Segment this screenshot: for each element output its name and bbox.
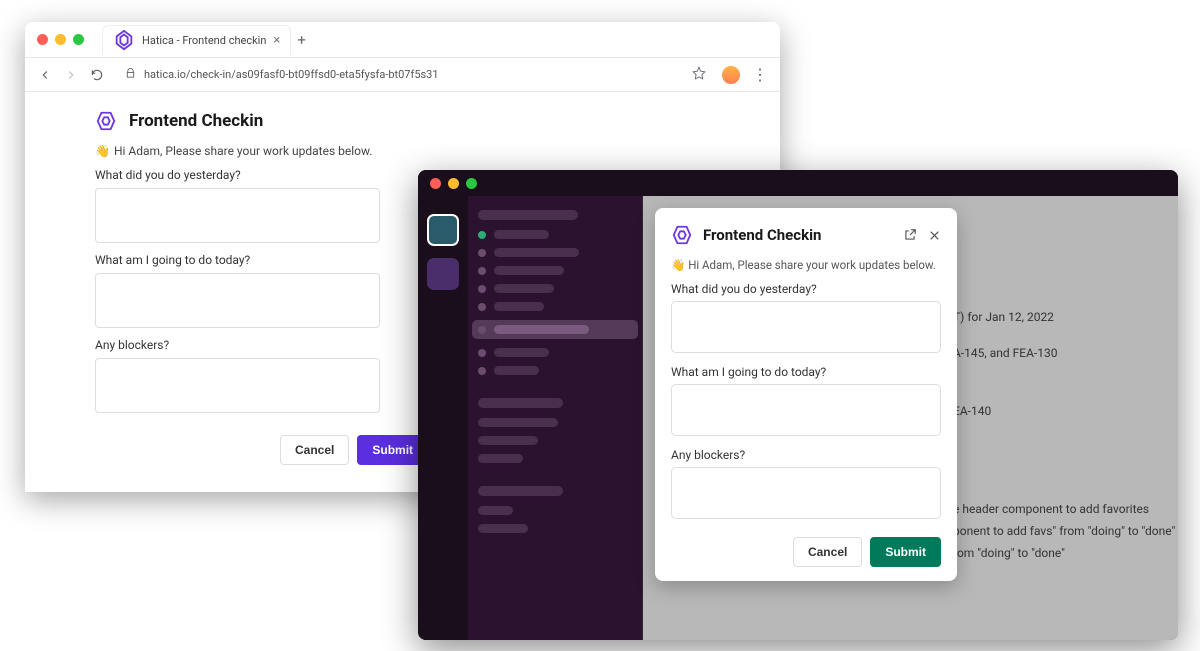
close-window-button[interactable] <box>430 178 441 189</box>
sidebar-item-label <box>478 454 523 463</box>
sidebar-item[interactable] <box>478 248 632 257</box>
url-text: hatica.io/check-in/as09fasf0-bt09ffsd0-e… <box>144 68 439 81</box>
sidebar-item-label <box>494 230 549 239</box>
modal-question-3-input[interactable] <box>671 467 941 519</box>
sidebar-item[interactable] <box>478 366 632 375</box>
sidebar-placeholder <box>478 210 578 220</box>
sidebar-item-label <box>478 418 558 427</box>
presence-dot-icon <box>478 367 486 375</box>
sidebar-item[interactable] <box>478 418 632 427</box>
presence-dot-icon <box>478 267 486 275</box>
sidebar-item[interactable] <box>478 266 632 275</box>
hatica-logo-icon <box>671 224 693 246</box>
sidebar-item-label <box>494 302 544 311</box>
sidebar-item-label <box>494 266 564 275</box>
slack-titlebar <box>418 170 1178 196</box>
close-modal-button[interactable] <box>927 228 941 242</box>
browser-tab-bar: Hatica - Frontend checkin × + <box>25 22 780 58</box>
sidebar-item[interactable] <box>478 302 632 311</box>
modal-greeting-text: Hi Adam, Please share your work updates … <box>688 258 936 272</box>
cancel-button[interactable]: Cancel <box>280 435 349 465</box>
greeting-label: Hi Adam, Please share your work updates … <box>114 144 372 158</box>
sidebar-item-label <box>478 506 513 515</box>
modal-question-2-label: What am I going to do today? <box>671 365 941 379</box>
presence-dot-icon <box>478 249 486 257</box>
modal-submit-button[interactable]: Submit <box>870 537 941 567</box>
sidebar-placeholder <box>478 486 563 496</box>
tab-close-button[interactable]: × <box>273 33 280 48</box>
workspace-2-button[interactable] <box>427 258 459 290</box>
sidebar-item[interactable] <box>478 436 632 445</box>
forward-button[interactable] <box>63 67 79 83</box>
slack-sidebar <box>468 196 643 640</box>
hatica-favicon <box>113 29 135 51</box>
modal-question-1-label: What did you do yesterday? <box>671 282 941 296</box>
greeting-text: 👋 Hi Adam, Please share your work update… <box>95 144 710 158</box>
minimize-window-button[interactable] <box>55 34 66 45</box>
sidebar-item-selected[interactable] <box>472 320 638 339</box>
presence-dot-icon <box>478 326 486 334</box>
new-tab-button[interactable]: + <box>297 31 306 49</box>
sidebar-item-label <box>478 524 528 533</box>
sidebar-item-label <box>478 436 538 445</box>
traffic-lights <box>430 178 477 189</box>
modal-question-1-input[interactable] <box>671 301 941 353</box>
browser-tab[interactable]: Hatica - Frontend checkin × <box>102 25 291 55</box>
minimize-window-button[interactable] <box>448 178 459 189</box>
presence-dot-icon <box>478 349 486 357</box>
open-external-button[interactable] <box>903 228 917 242</box>
reload-button[interactable] <box>89 67 105 83</box>
question-2-input[interactable] <box>95 273 380 328</box>
modal-header: Frontend Checkin <box>671 224 941 246</box>
slack-workspace-nav <box>418 196 468 640</box>
address-bar[interactable]: hatica.io/check-in/as09fasf0-bt09ffsd0-e… <box>115 63 676 87</box>
presence-dot-icon <box>478 303 486 311</box>
modal-question-3-label: Any blockers? <box>671 448 941 462</box>
wave-emoji-icon: 👋 <box>95 144 110 158</box>
sidebar-item-label <box>494 366 539 375</box>
modal-question-2-input[interactable] <box>671 384 941 436</box>
bookmark-star-icon[interactable] <box>692 65 706 84</box>
sidebar-item-label <box>494 284 554 293</box>
sidebar-item-label <box>494 325 589 334</box>
back-button[interactable] <box>37 67 53 83</box>
sidebar-placeholder <box>478 398 563 408</box>
page-header: Frontend Checkin <box>95 110 710 132</box>
slack-body: T) for Jan 12, 2022 A-145, and FEA-130 E… <box>418 196 1178 640</box>
browser-menu-button[interactable]: ⋮ <box>752 65 768 84</box>
sidebar-item[interactable] <box>478 284 632 293</box>
slack-window: T) for Jan 12, 2022 A-145, and FEA-130 E… <box>418 170 1178 640</box>
modal-footer-actions: Cancel Submit <box>671 537 941 567</box>
sidebar-item[interactable] <box>478 230 632 239</box>
maximize-window-button[interactable] <box>73 34 84 45</box>
wave-emoji-icon: 👋 <box>671 258 685 272</box>
modal-actions <box>903 228 941 242</box>
profile-avatar[interactable] <box>722 66 740 84</box>
question-3-input[interactable] <box>95 358 380 413</box>
sidebar-item[interactable] <box>478 348 632 357</box>
tab-title: Hatica - Frontend checkin <box>142 34 266 47</box>
sidebar-item[interactable] <box>478 506 632 515</box>
modal-title: Frontend Checkin <box>703 226 903 244</box>
lock-icon <box>125 68 136 82</box>
sidebar-item-label <box>494 248 579 257</box>
workspace-1-button[interactable] <box>427 214 459 246</box>
modal-greeting: 👋 Hi Adam, Please share your work update… <box>671 258 941 272</box>
slack-main: T) for Jan 12, 2022 A-145, and FEA-130 E… <box>643 196 1178 640</box>
close-window-button[interactable] <box>37 34 48 45</box>
page-title: Frontend Checkin <box>129 111 263 131</box>
sidebar-item[interactable] <box>478 524 632 533</box>
question-1-input[interactable] <box>95 188 380 243</box>
presence-dot-icon <box>478 285 486 293</box>
checkin-modal: Frontend Checkin 👋 Hi Adam, Please share… <box>655 208 957 581</box>
sidebar-item-label <box>494 348 549 357</box>
modal-cancel-button[interactable]: Cancel <box>793 537 862 567</box>
presence-dot-icon <box>478 231 486 239</box>
traffic-lights <box>37 34 84 45</box>
sidebar-item[interactable] <box>478 454 632 463</box>
maximize-window-button[interactable] <box>466 178 477 189</box>
hatica-logo-icon <box>95 110 117 132</box>
browser-toolbar: hatica.io/check-in/as09fasf0-bt09ffsd0-e… <box>25 58 780 92</box>
